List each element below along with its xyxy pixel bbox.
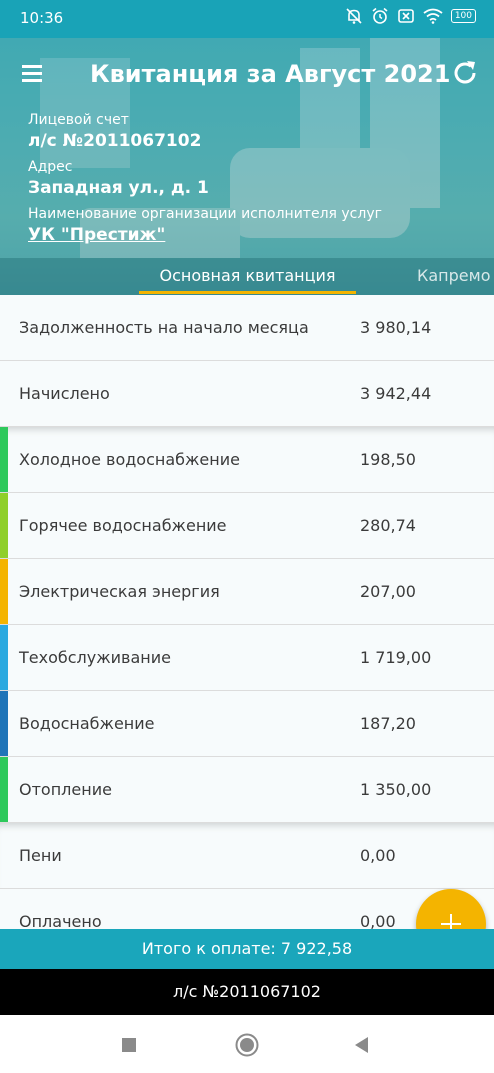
item-amount: 0,00 (360, 912, 396, 929)
list-item[interactable]: Отопление 1 350,00 (0, 757, 494, 823)
tab-bar: Основная квитанция Капремо (0, 260, 494, 295)
organization-label: Наименование организации исполнителя усл… (28, 206, 382, 222)
status-icons: 100 (345, 7, 476, 25)
category-stripe (0, 427, 8, 492)
category-stripe (0, 559, 8, 624)
list-item[interactable]: Техобслуживание 1 719,00 (0, 625, 494, 691)
item-name: Оплачено (19, 912, 102, 929)
app-header: Квитанция за Август 2021 Лицевой счет л/… (0, 38, 494, 295)
alarm-icon (372, 7, 388, 24)
status-bar: 10:36 100 (0, 0, 494, 38)
item-amount: 187,20 (360, 714, 416, 733)
sim-off-icon (398, 9, 414, 23)
account-footer[interactable]: л/с №2011067102 (0, 969, 494, 1015)
category-stripe (0, 625, 8, 690)
list-item[interactable]: Холодное водоснабжение 198,50 (0, 427, 494, 493)
item-name: Задолженность на начало месяца (19, 318, 309, 337)
list-item[interactable]: Горячее водоснабжение 280,74 (0, 493, 494, 559)
item-amount: 207,00 (360, 582, 416, 601)
item-name: Техобслуживание (19, 648, 171, 667)
item-amount: 1 719,00 (360, 648, 432, 667)
total-to-pay: Итого к оплате: 7 922,58 (0, 929, 494, 969)
tab-main-receipt[interactable]: Основная квитанция (139, 266, 356, 294)
category-stripe (0, 757, 8, 822)
item-name: Начислено (19, 384, 110, 403)
charges-list: Задолженность на начало месяца 3 980,14 … (0, 295, 494, 929)
item-name: Пени (19, 846, 62, 865)
item-name: Холодное водоснабжение (19, 450, 240, 469)
refresh-icon[interactable] (450, 58, 480, 88)
category-stripe (0, 493, 8, 558)
organization-link[interactable]: УК "Престиж" (28, 225, 382, 245)
page-title: Квитанция за Август 2021 (90, 60, 451, 88)
status-time: 10:36 (20, 9, 64, 27)
wifi-icon (423, 8, 443, 24)
system-nav-bar (0, 1015, 494, 1073)
menu-button[interactable] (22, 65, 46, 85)
list-item[interactable]: Водоснабжение 187,20 (0, 691, 494, 757)
item-amount: 3 980,14 (360, 318, 432, 337)
list-item[interactable]: Пени 0,00 (0, 823, 494, 889)
item-amount: 280,74 (360, 516, 416, 535)
back-icon[interactable] (352, 1035, 370, 1055)
address-label: Адрес (28, 159, 73, 175)
item-amount: 198,50 (360, 450, 416, 469)
account-number: л/с №2011067102 (28, 131, 202, 151)
address-value: Западная ул., д. 1 (28, 178, 209, 198)
item-name: Водоснабжение (19, 714, 155, 733)
item-name: Отопление (19, 780, 112, 799)
item-amount: 1 350,00 (360, 780, 432, 799)
account-label: Лицевой счет (28, 112, 129, 128)
bell-off-icon (346, 8, 362, 24)
item-name: Горячее водоснабжение (19, 516, 227, 535)
home-icon[interactable] (234, 1032, 260, 1058)
recents-icon[interactable] (120, 1036, 138, 1054)
account-info: Лицевой счет л/с №2011067102 Адрес Запад… (28, 112, 382, 253)
list-item[interactable]: Задолженность на начало месяца 3 980,14 (0, 295, 494, 361)
battery-icon: 100 (450, 9, 476, 23)
list-item[interactable]: Электрическая энергия 207,00 (0, 559, 494, 625)
item-name: Электрическая энергия (19, 582, 220, 601)
list-item[interactable]: Начислено 3 942,44 (0, 361, 494, 427)
item-amount: 3 942,44 (360, 384, 432, 403)
category-stripe (0, 691, 8, 756)
tab-capital-repair[interactable]: Капремо (417, 266, 490, 285)
item-amount: 0,00 (360, 846, 396, 865)
